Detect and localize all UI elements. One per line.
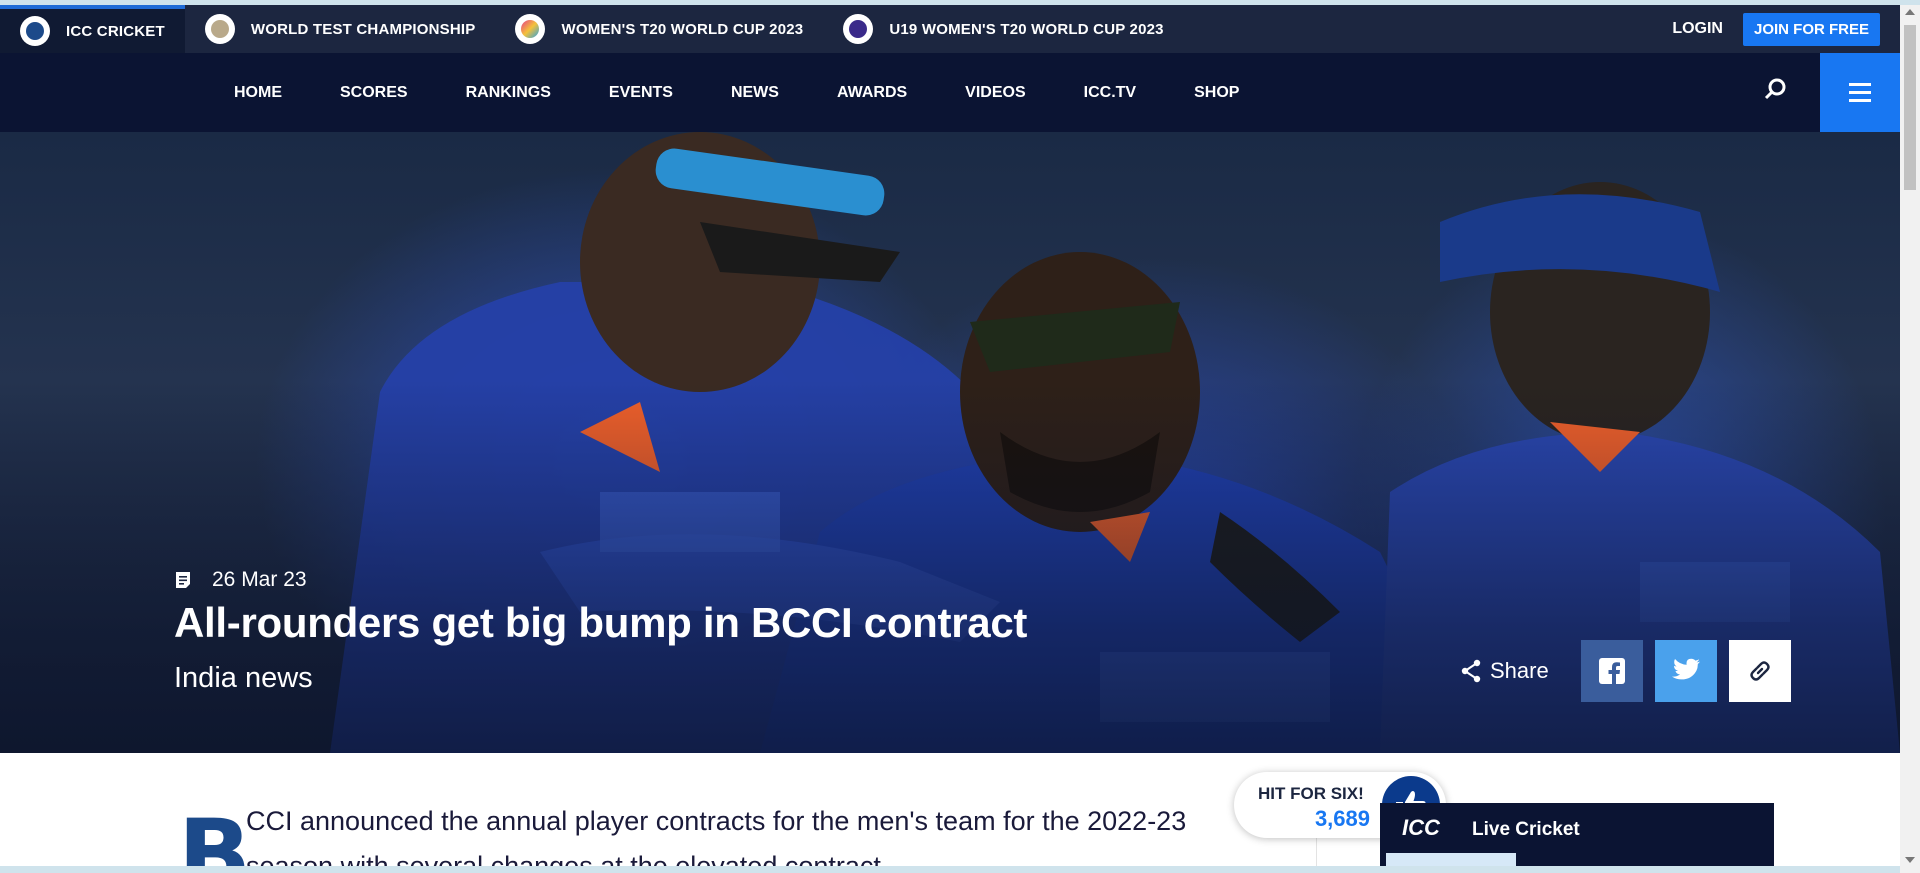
- search-icon[interactable]: [1758, 73, 1794, 109]
- hit-for-six-label: HIT FOR SIX!: [1258, 784, 1364, 803]
- page: ICC CRICKET WORLD TEST CHAMPIONSHIP WOME…: [0, 0, 1920, 873]
- tournament-item-u19-womens-t20[interactable]: U19 WOMEN'S T20 WORLD CUP 2023: [823, 5, 1183, 53]
- article-category[interactable]: India news: [174, 662, 313, 695]
- tournament-item-wtc[interactable]: WORLD TEST CHAMPIONSHIP: [185, 5, 496, 53]
- nav-item-shop[interactable]: SHOP: [1165, 84, 1268, 102]
- scrollbar-thumb[interactable]: [1904, 25, 1916, 190]
- tournament-item-label: ICC CRICKET: [66, 22, 165, 40]
- nav-item-awards[interactable]: AWARDS: [808, 84, 936, 102]
- link-icon: [1750, 661, 1770, 681]
- hamburger-menu-icon[interactable]: [1820, 53, 1900, 132]
- nav-item-scores[interactable]: SCORES: [311, 84, 437, 102]
- wtc-logo-icon: [204, 14, 235, 44]
- scroll-down-arrow-icon[interactable]: [1905, 857, 1915, 863]
- nav-item-news[interactable]: NEWS: [702, 84, 808, 102]
- nav-item-rankings[interactable]: RANKINGS: [437, 84, 580, 102]
- share-row: Share: [1460, 640, 1791, 702]
- article-meta: 26 Mar 23: [174, 568, 307, 592]
- account-area: LOGIN JOIN FOR FREE: [1672, 12, 1900, 46]
- hit-for-six-count: 3,689: [1314, 806, 1370, 831]
- share-icon: [1461, 659, 1481, 683]
- twitter-icon: [1671, 658, 1700, 680]
- share-label: Share: [1490, 658, 1549, 683]
- article-headline: All-rounders get big bump in BCCI contra…: [174, 599, 1028, 646]
- nav-item-home[interactable]: HOME: [205, 84, 311, 102]
- icc-logo-icon: [20, 16, 50, 46]
- nav-items: HOME SCORES RANKINGS EVENTS NEWS AWARDS …: [205, 53, 1268, 132]
- share-button[interactable]: Share: [1460, 658, 1549, 684]
- twitter-share-button[interactable]: [1654, 640, 1717, 702]
- tournament-item-label: WOMEN'S T20 WORLD CUP 2023: [561, 20, 804, 38]
- icc-live-logo: ICC: [1402, 815, 1440, 840]
- womens-t20-logo-icon: [515, 14, 546, 44]
- live-cricket-panel: ICC Live Cricket: [1380, 803, 1774, 873]
- hero-banner: 26 Mar 23 All-rounders get big bump in B…: [0, 132, 1900, 753]
- nav-item-videos[interactable]: VIDEOS: [936, 84, 1054, 102]
- article-lead-line: CCI announced the annual player contract…: [246, 806, 1187, 836]
- facebook-icon: [1598, 658, 1625, 684]
- article-date: 26 Mar 23: [212, 568, 307, 591]
- scroll-up-arrow-icon[interactable]: [1905, 9, 1915, 15]
- tournament-item-label: U19 WOMEN'S T20 WORLD CUP 2023: [889, 20, 1164, 38]
- tournament-item-icc-cricket[interactable]: ICC CRICKET: [0, 5, 185, 53]
- join-button[interactable]: JOIN FOR FREE: [1742, 12, 1880, 46]
- u19-womens-t20-logo-icon: [843, 14, 874, 44]
- main-nav: HOME SCORES RANKINGS EVENTS NEWS AWARDS …: [0, 53, 1900, 132]
- nav-item-icc-tv[interactable]: ICC.TV: [1055, 84, 1165, 102]
- article-dropcap: B: [178, 799, 252, 873]
- tournament-item-label: WORLD TEST CHAMPIONSHIP: [250, 20, 476, 38]
- tournament-bar: ICC CRICKET WORLD TEST CHAMPIONSHIP WOME…: [0, 5, 1900, 53]
- article-document-icon: [176, 572, 190, 588]
- tournament-item-womens-t20[interactable]: WOMEN'S T20 WORLD CUP 2023: [495, 5, 823, 53]
- live-cricket-title: Live Cricket: [1472, 819, 1580, 840]
- nav-item-events[interactable]: EVENTS: [580, 84, 702, 102]
- facebook-share-button[interactable]: [1580, 640, 1643, 702]
- copy-link-button[interactable]: [1728, 640, 1791, 702]
- login-link[interactable]: LOGIN: [1672, 20, 1723, 38]
- vertical-scrollbar[interactable]: [1900, 5, 1920, 873]
- bottom-accent-line: [0, 866, 1900, 873]
